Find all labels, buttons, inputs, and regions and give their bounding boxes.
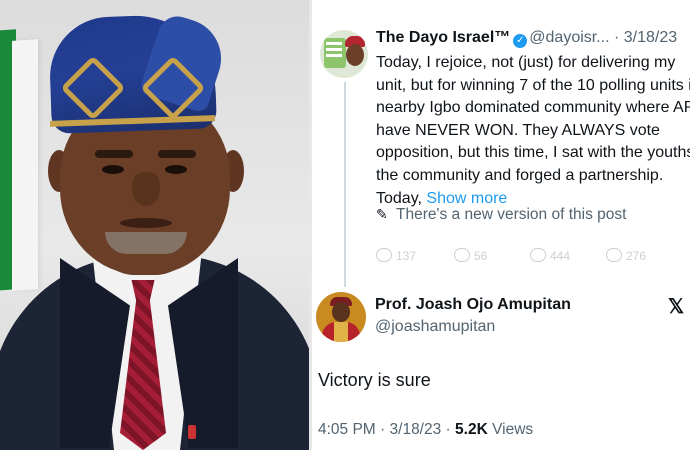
tweet-text-line: nearby Igbo dominated community where AP… bbox=[376, 99, 690, 117]
display-name[interactable]: Prof. Joash Ojo Amupitan bbox=[375, 296, 571, 314]
tweet-text-line: the community and forged a partnership. bbox=[376, 166, 664, 184]
tweet-text-line: unit, but for winning 7 of the 10 pollin… bbox=[376, 76, 690, 94]
mouth bbox=[120, 218, 172, 228]
like-count: 444 bbox=[550, 249, 571, 263]
avatar-face bbox=[332, 302, 350, 322]
thread-connector-line bbox=[344, 82, 346, 287]
flag-white-stripe bbox=[12, 39, 38, 291]
handle[interactable]: @joashamupitan bbox=[375, 318, 495, 336]
view-count: 276 bbox=[626, 249, 647, 263]
reply-count: 137 bbox=[396, 249, 417, 263]
views-count: 5.2K bbox=[455, 421, 488, 438]
brow-right bbox=[158, 150, 196, 158]
tweet-date[interactable]: 3/18/23 bbox=[624, 29, 677, 46]
bar-chart-icon bbox=[606, 248, 622, 262]
portrait-photo bbox=[0, 0, 309, 450]
tweet-text-line: have NEVER WON. They ALWAYS vote bbox=[376, 121, 660, 139]
avatar-face bbox=[346, 44, 364, 66]
tweet-text-line: Today, I rejoice, not (just) for deliver… bbox=[376, 54, 676, 71]
new-version-text: There's a new version of this post bbox=[396, 206, 627, 223]
eye-left bbox=[102, 165, 124, 174]
separator-dot: · bbox=[441, 421, 456, 438]
reply-button[interactable]: 137 bbox=[376, 248, 416, 263]
tweet-time[interactable]: 4:05 PM bbox=[318, 421, 376, 438]
display-name[interactable]: The Dayo Israel™ bbox=[376, 29, 510, 46]
nose bbox=[132, 172, 160, 206]
repost-icon bbox=[454, 248, 470, 262]
tweet-text-tail: Today, bbox=[376, 189, 422, 207]
tweet-date[interactable]: 3/18/23 bbox=[390, 421, 442, 438]
handle[interactable]: @dayoisr... bbox=[529, 29, 609, 46]
tweet-thread-panel: The Dayo Israel™ ✓ @dayoisr... · 3/18/23 T… bbox=[312, 0, 690, 450]
views-button[interactable]: 276 bbox=[606, 248, 646, 263]
views-label: Views bbox=[492, 421, 534, 438]
separator-dot: · bbox=[375, 421, 390, 438]
avatar-poster-text bbox=[326, 42, 342, 45]
separator-dot: · bbox=[609, 29, 624, 46]
pencil-icon: ✎ bbox=[376, 206, 388, 222]
tweet-header: The Dayo Israel™ ✓ @dayoisr... · 3/18/23 bbox=[376, 28, 677, 48]
x-logo-icon[interactable]: 𝕏 bbox=[668, 294, 684, 319]
tweet-actions: 137 56 444 276 bbox=[376, 248, 690, 268]
heart-icon bbox=[530, 248, 546, 262]
new-version-notice[interactable]: ✎ There's a new version of this post bbox=[376, 206, 626, 224]
tweet-meta: 4:05 PM · 3/18/23 · 5.2K Views bbox=[318, 421, 533, 439]
avatar-stole bbox=[334, 322, 348, 342]
eye-right bbox=[165, 165, 187, 174]
beard bbox=[105, 232, 187, 254]
tweet-text: Victory is sure bbox=[318, 370, 431, 390]
reply-icon bbox=[376, 248, 392, 262]
avatar[interactable] bbox=[320, 30, 368, 78]
lapel-pin bbox=[188, 425, 196, 439]
verified-badge-icon: ✓ bbox=[513, 34, 528, 48]
repost-button[interactable]: 56 bbox=[454, 248, 487, 263]
like-button[interactable]: 444 bbox=[530, 248, 570, 263]
repost-count: 56 bbox=[474, 249, 488, 263]
show-more-link[interactable]: Show more bbox=[426, 190, 507, 207]
brow-left bbox=[95, 150, 133, 158]
tweet-text: Today, I rejoice, not (just) for deliver… bbox=[376, 52, 690, 210]
avatar[interactable] bbox=[316, 292, 366, 342]
tweet-text-line: opposition, but this time, I sat with th… bbox=[376, 144, 690, 162]
